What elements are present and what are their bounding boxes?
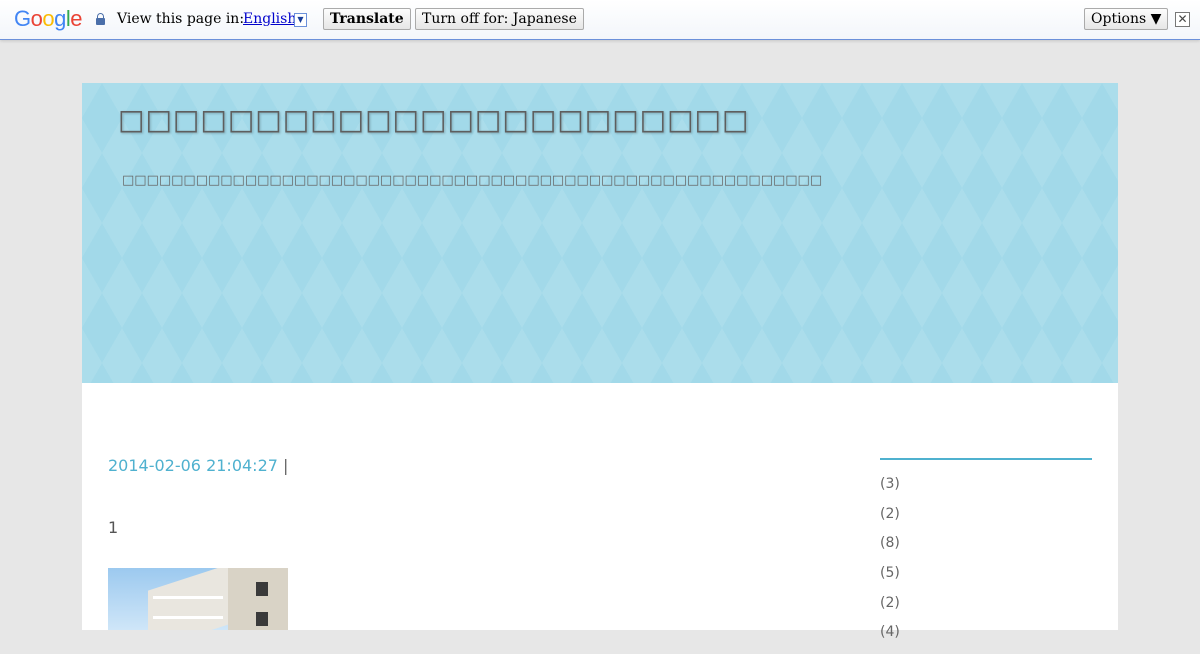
building-image-part: [148, 568, 238, 630]
post-separator: |: [283, 456, 289, 475]
sidebar-category-count: (4): [880, 624, 900, 641]
turn-off-button[interactable]: Turn off for: Japanese: [415, 8, 584, 30]
lock-icon: [96, 13, 105, 25]
blog-description: □□□□□□□□□□□□□□□□□□□□□□□□□□□□□□□□□□□□□□□□…: [122, 173, 823, 188]
sidebar-category-count: (5): [880, 565, 900, 582]
sidebar-category-count: (2): [880, 505, 900, 522]
sidebar-category-list: (3) (2) (8) (5) (2) (4): [880, 476, 900, 654]
post-body-text: 1: [108, 518, 119, 537]
post-date-link[interactable]: 2014-02-06 21:04:27: [108, 456, 278, 475]
sidebar-divider: [880, 458, 1092, 460]
blog-page: □□□□□□□□□□□□□□□□□□□□□□□ □□□□□□□□□□□□□□□□…: [82, 83, 1118, 640]
language-link[interactable]: English: [243, 11, 296, 27]
view-page-label: View this page in:: [117, 11, 245, 27]
translate-bar: Google View this page in: English ▼ Tran…: [0, 0, 1200, 40]
translate-button[interactable]: Translate: [323, 8, 411, 30]
blog-title[interactable]: □□□□□□□□□□□□□□□□□□□□□□□: [118, 103, 749, 136]
options-button[interactable]: Options ▼: [1084, 8, 1169, 30]
google-logo: Google: [14, 6, 83, 31]
language-dropdown-icon[interactable]: ▼: [294, 13, 307, 27]
sidebar-category-count: (8): [880, 535, 900, 552]
building-image-part: [228, 568, 288, 630]
blog-header: □□□□□□□□□□□□□□□□□□□□□□□ □□□□□□□□□□□□□□□□…: [82, 83, 1118, 383]
post-image[interactable]: [108, 568, 288, 630]
sidebar-category-count: (3): [880, 476, 900, 492]
sidebar-category-count: (2): [880, 594, 900, 611]
close-icon[interactable]: ✕: [1175, 12, 1190, 27]
